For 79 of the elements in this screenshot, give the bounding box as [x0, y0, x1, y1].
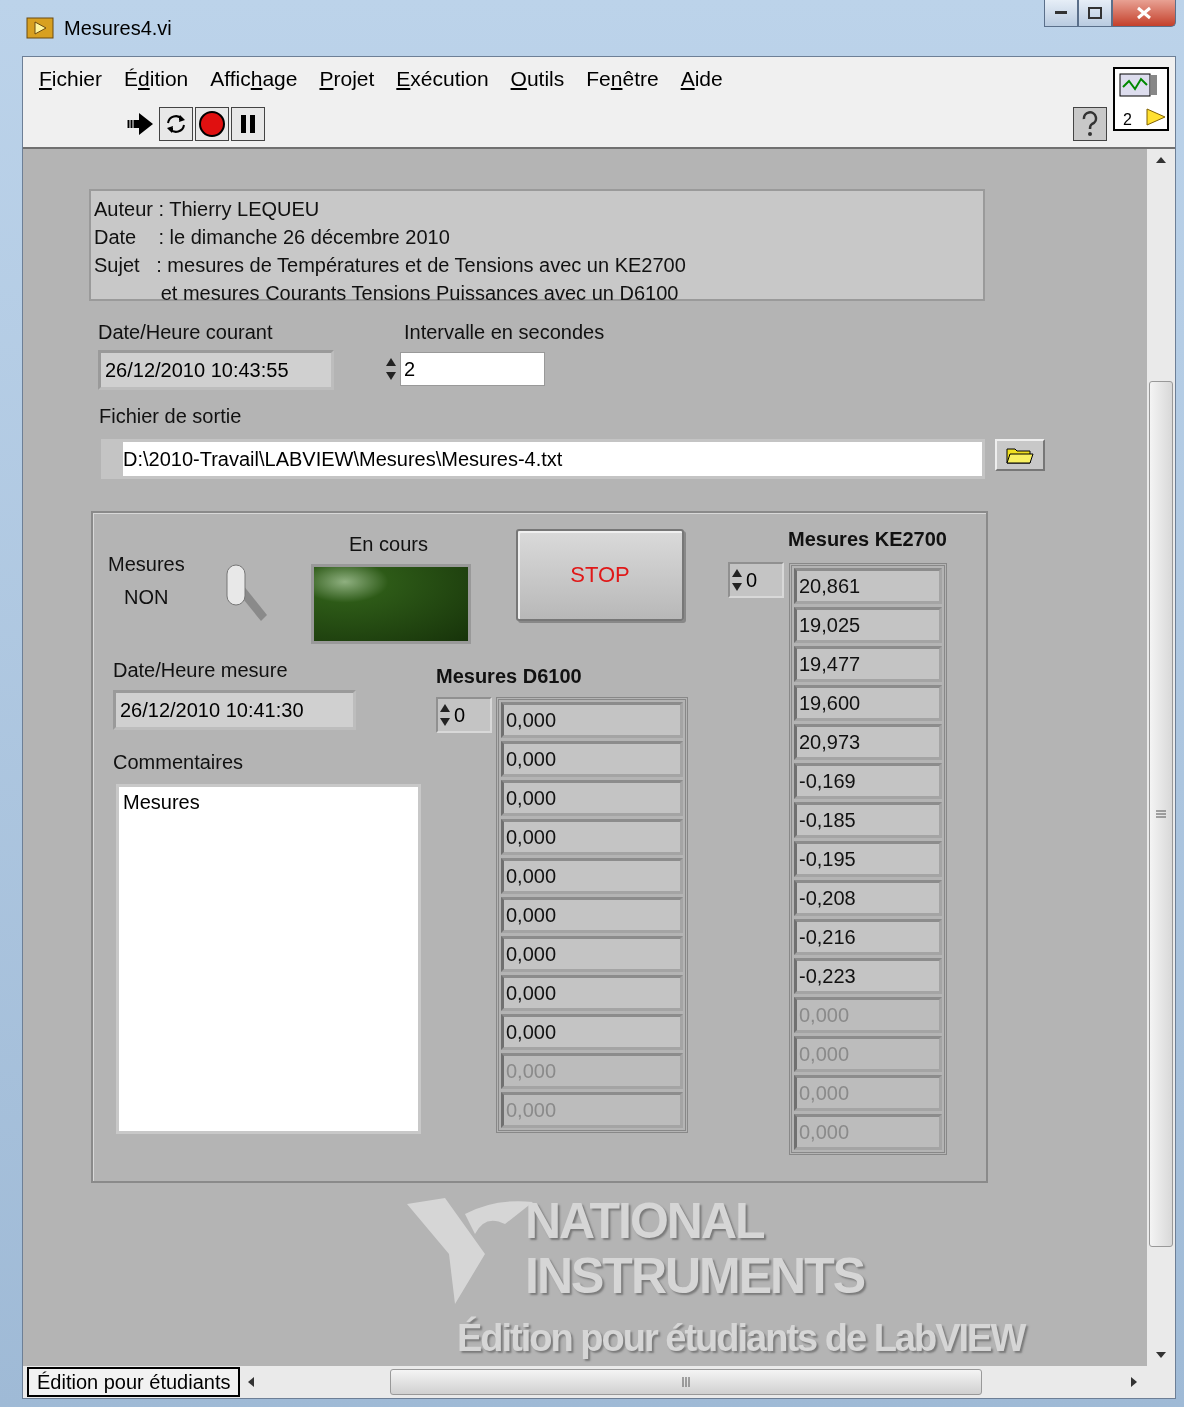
array-cell: 0,000: [501, 858, 683, 894]
menu-item[interactable]: Fenêtre: [586, 67, 659, 91]
maximize-button[interactable]: [1078, 0, 1112, 27]
spinner-icon[interactable]: [384, 356, 398, 382]
help-button[interactable]: [1073, 107, 1107, 141]
scrollbar-thumb[interactable]: [1149, 381, 1173, 1247]
array-cell: -0,223: [794, 958, 942, 994]
array-cell: 0,000: [501, 897, 683, 933]
menu-item[interactable]: Édition: [124, 67, 189, 91]
status-label: Édition pour étudiants: [27, 1367, 241, 1397]
run-continuously-button[interactable]: [159, 107, 193, 141]
array-cell: 0,000: [501, 975, 683, 1011]
close-button[interactable]: [1112, 0, 1176, 27]
switch-state: NON: [124, 586, 169, 609]
connector-number: 2: [1123, 111, 1132, 129]
array-cell: 0,000: [501, 936, 683, 972]
field-label: Date/Heure courant: [98, 321, 274, 344]
array-cell: 0,000: [501, 1014, 683, 1050]
maximize-icon: [1088, 7, 1102, 19]
window-title: Mesures4.vi: [64, 16, 172, 40]
minimize-button[interactable]: [1044, 0, 1078, 27]
abort-button[interactable]: [195, 107, 229, 141]
field-label: Fichier de sortie: [99, 405, 242, 428]
array-cell: -0,185: [794, 802, 942, 838]
array-title: Mesures D6100: [436, 665, 582, 688]
menu-item[interactable]: Exécution: [396, 67, 489, 91]
array-cell: -0,208: [794, 880, 942, 916]
close-icon: [1136, 6, 1152, 20]
array-cell: -0,195: [794, 841, 942, 877]
app-icon: [26, 17, 54, 39]
index-field[interactable]: 0: [728, 562, 784, 598]
datetime-indicator: 26/12/2010 10:41:30: [113, 690, 356, 730]
browse-button[interactable]: [995, 439, 1045, 471]
watermark-text: Édition pour étudiants de LabVIEW: [457, 1318, 1025, 1360]
field-label: Intervalle en secondes: [404, 321, 605, 344]
menu-item[interactable]: Aide: [680, 67, 723, 91]
question-icon: [1080, 111, 1100, 137]
field-label: Date/Heure mesure: [113, 659, 288, 682]
pause-icon: [240, 115, 256, 133]
comments-field[interactable]: Mesures: [116, 784, 421, 1134]
scrollbar-thumb[interactable]: [390, 1369, 983, 1395]
watermark-text: NATIONAL: [525, 1194, 764, 1249]
field-label: Commentaires: [113, 751, 244, 774]
menu-item[interactable]: Projet: [319, 67, 375, 91]
interval-field[interactable]: 2: [400, 352, 545, 386]
minimize-icon: [1055, 11, 1067, 15]
array-cell: -0,169: [794, 763, 942, 799]
array-cell: 0,000: [501, 741, 683, 777]
folder-icon: [1006, 446, 1034, 464]
array-cell: 19,477: [794, 646, 942, 682]
array-cell: 0,000: [501, 702, 683, 738]
index-field[interactable]: 0: [436, 697, 492, 733]
play-arrow-icon: [1145, 107, 1167, 127]
menu-item[interactable]: Outils: [510, 67, 565, 91]
array-title: Mesures KE2700: [788, 528, 947, 551]
path-field[interactable]: D:\2010-Travail\LABVIEW\Mesures\Mesures-4.txt: [101, 439, 985, 479]
switch-label: Mesures: [108, 553, 185, 576]
stop-circle-icon: [198, 110, 226, 138]
menu-item[interactable]: Affichage: [210, 67, 298, 91]
menu-item[interactable]: Fichier: [39, 67, 102, 91]
info-line: Date : le dimanche 26 décembre 2010: [94, 225, 451, 250]
connector-pane[interactable]: 2: [1113, 67, 1169, 131]
spinner-icon[interactable]: [438, 702, 452, 728]
info-line: Sujet : mesures de Températures et de Tensions avec un KE2700: [94, 253, 687, 278]
datetime-indicator: 26/12/2010 10:43:55: [98, 350, 334, 390]
info-line: et mesures Courants Tensions Puissances avec un D6100: [159, 281, 680, 306]
chart-icon: [1119, 73, 1159, 99]
pause-button[interactable]: [231, 107, 265, 141]
array-cell: 19,025: [794, 607, 942, 643]
array-cell: 20,861: [794, 568, 942, 604]
array-cell: 19,600: [794, 685, 942, 721]
info-line: Auteur : Thierry LEQUEU: [94, 197, 321, 222]
spinner-icon[interactable]: [730, 567, 744, 593]
watermark-text: INSTRUMENTS: [525, 1249, 865, 1304]
array-cell: -0,216: [794, 919, 942, 955]
array-cell: 20,973: [794, 724, 942, 760]
led-label: En cours: [349, 533, 428, 556]
array-cell: 0,000: [501, 780, 683, 816]
array-cell: 0,000: [501, 819, 683, 855]
